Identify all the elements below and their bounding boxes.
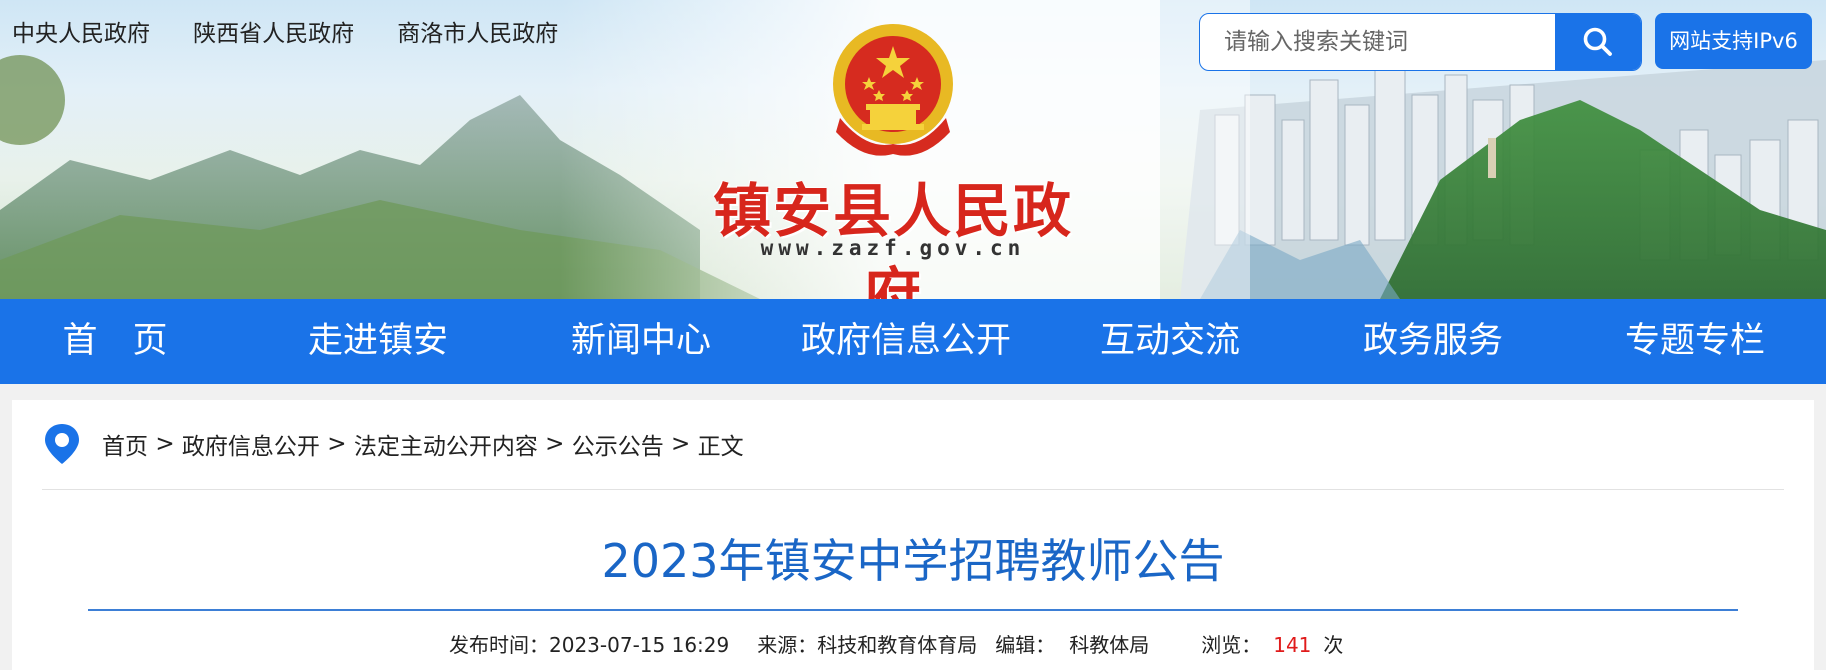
editor-label: 编辑： bbox=[995, 633, 1056, 657]
breadcrumb-statutory-content[interactable]: 法定主动公开内容 bbox=[354, 427, 538, 461]
link-shangluo-government[interactable]: 商洛市人民政府 bbox=[397, 14, 558, 48]
nav-home[interactable]: 首 页 bbox=[40, 299, 190, 384]
link-shaanxi-government[interactable]: 陕西省人民政府 bbox=[193, 14, 354, 48]
search-button[interactable] bbox=[1555, 14, 1641, 70]
nav-special-topics[interactable]: 专题专栏 bbox=[1600, 299, 1790, 384]
link-central-government[interactable]: 中央人民政府 bbox=[12, 14, 150, 48]
main-nav: 首 页 走进镇安 新闻中心 政府信息公开 互动交流 政务服务 专题专栏 bbox=[0, 299, 1826, 384]
ipv6-badge[interactable]: 网站支持IPv6 bbox=[1655, 13, 1812, 69]
editor-value: 科教体局 bbox=[1069, 633, 1150, 657]
search-icon bbox=[1583, 27, 1612, 56]
site-url: www.zazf.gov.cn bbox=[760, 236, 1026, 260]
header-banner: 中央人民政府 陕西省人民政府 商洛市人民政府 镇安县人民政府 www.zazf.… bbox=[0, 0, 1826, 299]
top-links: 中央人民政府 陕西省人民政府 商洛市人民政府 bbox=[12, 14, 596, 48]
breadcrumb-current: 正文 bbox=[697, 434, 744, 460]
views-unit: 次 bbox=[1323, 633, 1344, 657]
breadcrumb-announcements[interactable]: 公示公告 bbox=[572, 427, 664, 461]
publish-time-label: 发布时间： bbox=[449, 633, 549, 657]
search-input[interactable] bbox=[1200, 14, 1564, 70]
article-meta: 发布时间：2023-07-15 16:29 来源：科技和教育体育局 编辑： 科教体局 浏… bbox=[449, 629, 1343, 658]
article-panel: 首页 > 政府信息公开 > 法定主动公开内容 > 公示公告 > 正文 2023年… bbox=[12, 400, 1814, 670]
breadcrumb-separator: > bbox=[327, 431, 347, 457]
site-name: 镇安县人民政府 bbox=[712, 177, 1073, 299]
nav-gov-services[interactable]: 政务服务 bbox=[1338, 299, 1528, 384]
divider bbox=[42, 489, 1784, 490]
breadcrumb-home[interactable]: 首页 bbox=[102, 427, 148, 461]
views-count: 141 bbox=[1273, 633, 1312, 657]
title-underline bbox=[88, 609, 1738, 611]
source-value: 科技和教育体育局 bbox=[817, 633, 978, 657]
breadcrumb-gov-info[interactable]: 政府信息公开 bbox=[182, 427, 320, 461]
views-label: 浏览： bbox=[1201, 633, 1262, 657]
nav-gov-info-disclosure[interactable]: 政府信息公开 bbox=[786, 299, 1026, 384]
breadcrumb: 首页 > 政府信息公开 > 法定主动公开内容 > 公示公告 > 正文 bbox=[42, 422, 744, 466]
location-pin-icon bbox=[45, 424, 79, 464]
national-emblem-icon bbox=[826, 22, 960, 162]
publish-time: 2023-07-15 16:29 bbox=[549, 633, 730, 657]
breadcrumb-separator: > bbox=[155, 431, 175, 457]
nav-interaction[interactable]: 互动交流 bbox=[1075, 299, 1265, 384]
nav-about-zhenan[interactable]: 走进镇安 bbox=[283, 299, 473, 384]
breadcrumb-separator: > bbox=[671, 431, 691, 457]
breadcrumb-separator: > bbox=[545, 431, 565, 457]
source-label: 来源： bbox=[757, 633, 818, 657]
article-title: 2023年镇安中学招聘教师公告 bbox=[601, 534, 1225, 588]
search-box bbox=[1199, 13, 1642, 71]
nav-news-center[interactable]: 新闻中心 bbox=[546, 299, 736, 384]
